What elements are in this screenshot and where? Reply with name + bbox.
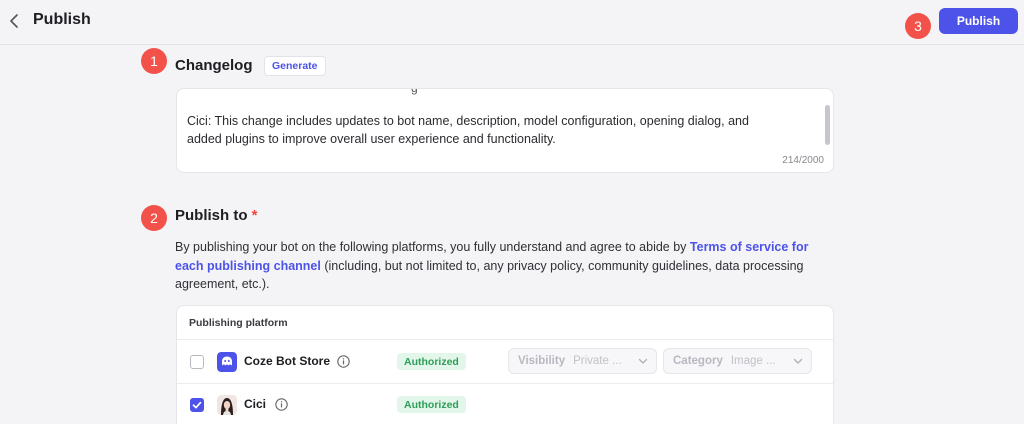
character-counter: 214/2000 — [782, 155, 824, 166]
publish-button[interactable]: Publish — [939, 8, 1018, 34]
desc-before: By publishing your bot on the following … — [175, 240, 690, 254]
step-badge-2: 2 — [141, 205, 167, 231]
row-checkbox[interactable] — [190, 355, 204, 369]
status-badge: Authorized — [397, 353, 466, 370]
category-value: Image ... — [730, 355, 776, 367]
table-header: Publishing platform — [189, 317, 288, 329]
publish-description: By publishing your bot on the following … — [175, 238, 825, 294]
chevron-down-icon — [793, 358, 803, 364]
platform-name: Cici — [244, 397, 267, 411]
coze-bot-store-icon — [217, 352, 237, 372]
step-badge-3: 3 — [905, 13, 931, 39]
step-badge-1: 1 — [141, 48, 167, 74]
back-arrow-icon[interactable] — [8, 12, 22, 30]
platform-name: Coze Bot Store — [244, 354, 331, 368]
publish-to-label: Publish to — [175, 207, 248, 224]
row-checkbox[interactable] — [190, 398, 204, 412]
visibility-value: Private ... — [573, 355, 622, 367]
changelog-textarea[interactable]: g Cici: This change includes updates to … — [176, 88, 834, 173]
visibility-label: Visibility — [518, 355, 566, 367]
generate-button[interactable]: Generate — [264, 56, 326, 76]
category-label: Category — [673, 355, 723, 367]
cici-avatar-icon — [217, 395, 237, 415]
category-select[interactable]: Category Image ... — [663, 348, 812, 374]
checkmark-icon — [192, 401, 201, 408]
publish-to-title: Publish to * — [175, 207, 258, 224]
top-bar: Publish Publish — [0, 0, 1024, 45]
scrollbar[interactable] — [825, 105, 830, 145]
changelog-title: Changelog — [175, 57, 253, 74]
publishing-platform-table: Publishing platform Coze Bot Store Autho… — [176, 305, 834, 424]
visibility-select[interactable]: Visibility Private ... — [508, 348, 657, 374]
table-row: Cici Authorized — [177, 383, 833, 424]
page-title: Publish — [33, 11, 91, 28]
changelog-text: Cici: This change includes updates to bo… — [187, 114, 749, 146]
chevron-down-icon — [638, 358, 648, 364]
table-row: Coze Bot Store Authorized Visibility Pri… — [177, 339, 833, 383]
status-badge: Authorized — [397, 396, 466, 413]
scrolled-text-fragment: g — [411, 88, 418, 95]
info-icon[interactable] — [275, 398, 288, 411]
info-icon[interactable] — [337, 355, 350, 368]
required-mark: * — [251, 207, 258, 224]
